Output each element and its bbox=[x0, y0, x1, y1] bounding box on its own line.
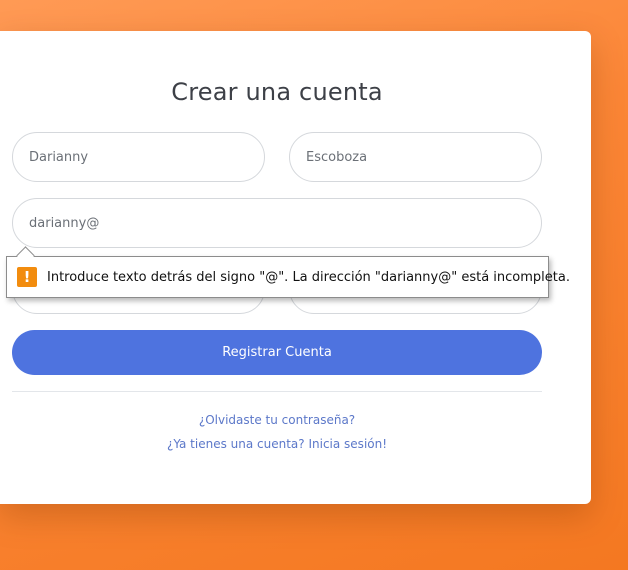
divider bbox=[12, 391, 542, 392]
warning-icon: ! bbox=[17, 267, 37, 287]
validation-message: Introduce texto detrás del signo "@". La… bbox=[47, 269, 570, 285]
first-name-input[interactable] bbox=[12, 132, 265, 182]
forgot-password-link[interactable]: ¿Olvidaste tu contraseña? bbox=[0, 413, 554, 427]
register-button[interactable]: Registrar Cuenta bbox=[12, 330, 542, 375]
last-name-input[interactable] bbox=[289, 132, 542, 182]
email-input[interactable] bbox=[12, 198, 542, 248]
login-link[interactable]: ¿Ya tienes una cuenta? Inicia sesión! bbox=[0, 437, 554, 451]
validation-tooltip: ! Introduce texto detrás del signo "@". … bbox=[6, 246, 570, 298]
page-title: Crear una cuenta bbox=[171, 78, 383, 106]
